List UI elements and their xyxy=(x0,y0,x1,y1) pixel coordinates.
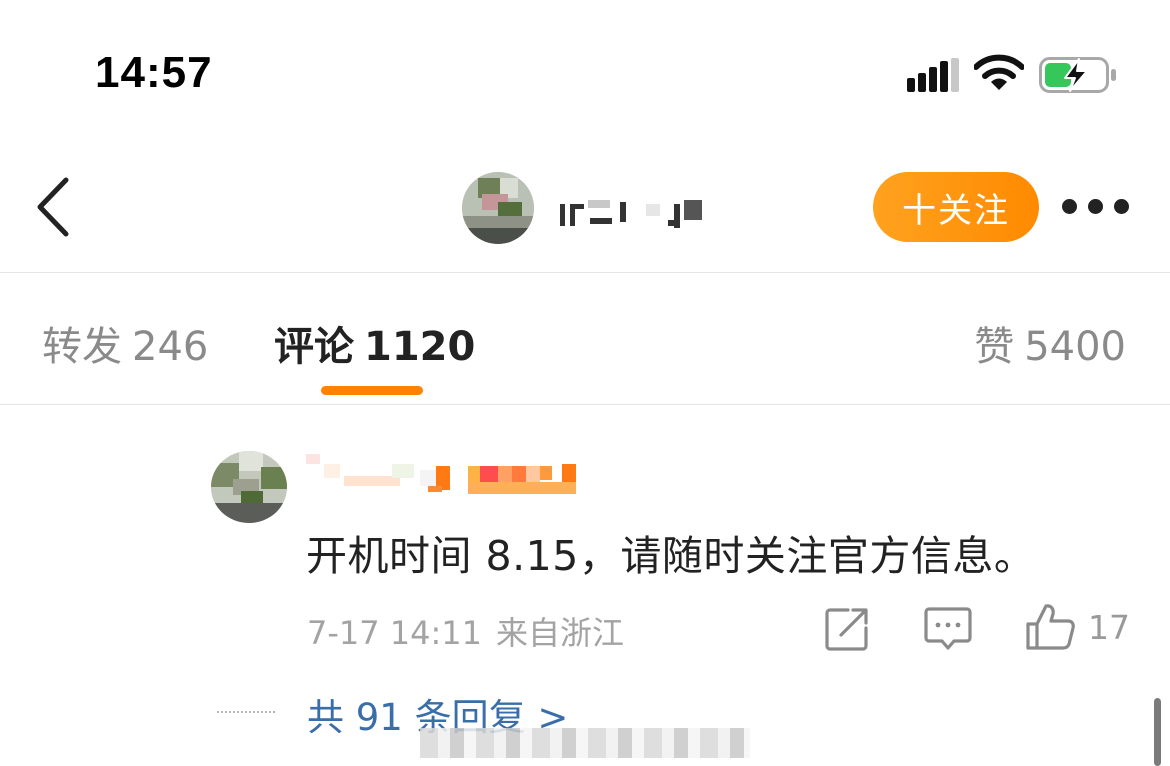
commenter-name-pixelated[interactable] xyxy=(300,450,590,502)
tab-repost[interactable]: 转发 246 xyxy=(42,314,208,372)
more-dot xyxy=(1088,199,1103,214)
reply-dots-decoration xyxy=(217,711,275,713)
like-count: 17 xyxy=(1088,608,1130,647)
username-pixelated[interactable] xyxy=(556,194,716,228)
active-tab-indicator xyxy=(321,386,423,395)
pixelated-overlay xyxy=(420,728,750,758)
header-divider xyxy=(0,272,1170,273)
commenter-avatar-image xyxy=(211,451,287,523)
follow-button[interactable]: 十关注 xyxy=(873,172,1039,242)
tab-comment-label: 评论 xyxy=(274,324,354,370)
more-dot xyxy=(1062,199,1077,214)
comment-meta: 7-17 14:11 来自浙江 xyxy=(307,608,624,654)
tab-comment[interactable]: 评论 1120 xyxy=(274,314,475,372)
status-time: 14:57 xyxy=(95,48,213,97)
tab-like[interactable]: 赞 5400 xyxy=(974,314,1126,372)
tabs-divider xyxy=(0,404,1170,405)
wifi-icon xyxy=(974,54,1024,90)
back-button[interactable] xyxy=(30,175,80,239)
more-dot xyxy=(1114,199,1129,214)
scrollbar[interactable] xyxy=(1154,698,1161,766)
commenter-avatar[interactable] xyxy=(211,451,287,523)
comment-date: 7-17 14:11 xyxy=(307,614,483,652)
weibo-comments-screen: 14:57 十关注 转发 246 评论 1120 赞 5400 开机时间 8.1… xyxy=(0,0,1170,766)
tab-like-count: 5400 xyxy=(1024,324,1126,370)
more-options-button[interactable] xyxy=(1058,192,1134,222)
comment-text: 开机时间 8.15，请随时关注官方信息。 xyxy=(306,532,1036,580)
tab-repost-label: 转发 xyxy=(42,324,122,370)
tab-repost-count: 246 xyxy=(132,324,209,370)
tab-comment-count: 1120 xyxy=(364,324,476,370)
avatar-image xyxy=(462,172,534,244)
tab-like-label: 赞 xyxy=(974,324,1015,370)
user-avatar[interactable] xyxy=(462,172,534,244)
battery-charging-icon xyxy=(1039,57,1116,93)
comment-location: 来自浙江 xyxy=(496,614,625,652)
comment-icon[interactable] xyxy=(924,606,972,652)
signal-icon xyxy=(907,58,959,92)
like-icon[interactable] xyxy=(1024,602,1076,652)
share-icon[interactable] xyxy=(824,606,870,652)
